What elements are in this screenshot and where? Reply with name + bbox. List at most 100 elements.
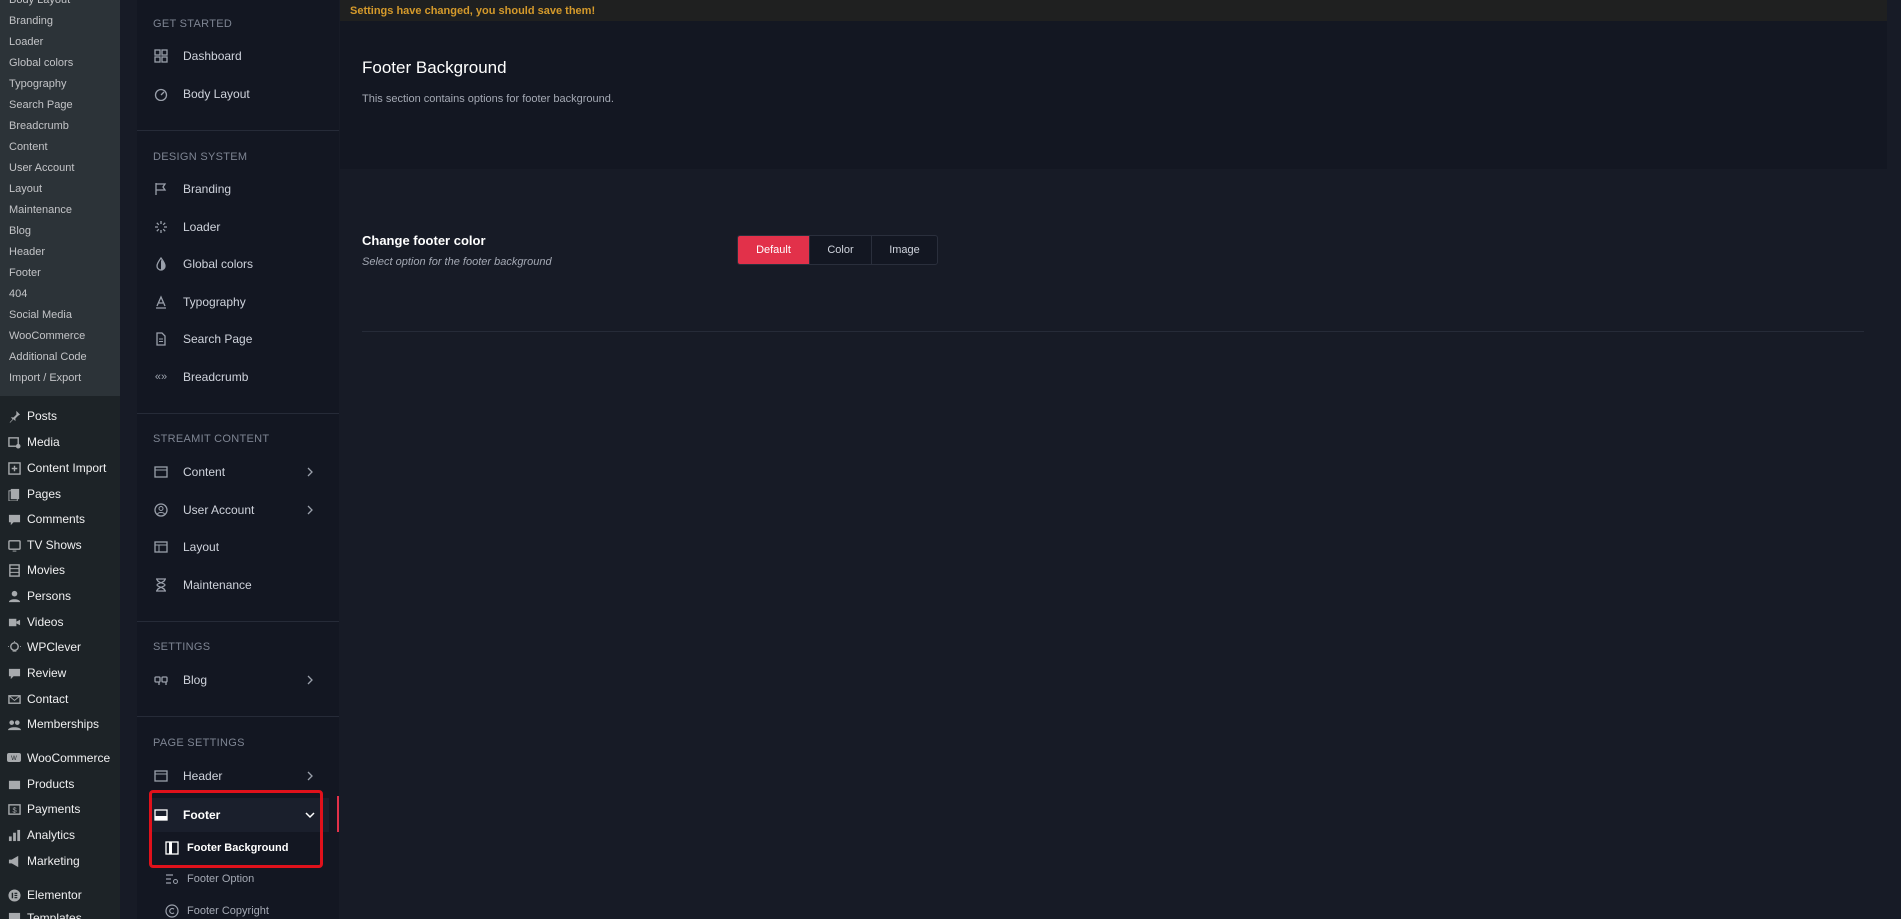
nav-item-content[interactable]: Content: [153, 457, 329, 487]
wp-menu-contact[interactable]: Contact: [0, 688, 120, 710]
chevron-right-icon: [307, 467, 313, 477]
wp-submenu-item-typography[interactable]: Typography: [9, 78, 66, 90]
nav-label: Search Page: [183, 332, 253, 346]
wp-submenu-item-woocommerce[interactable]: WooCommerce: [9, 330, 85, 342]
wp-submenu-item-blog[interactable]: Blog: [9, 225, 31, 237]
wp-menu-payments[interactable]: $ Payments: [0, 798, 120, 820]
nav-item-breadcrumb[interactable]: «» Breadcrumb: [153, 362, 329, 392]
nav-item-blog[interactable]: Blog: [153, 665, 329, 695]
wp-menu-wpclever[interactable]: WPClever: [0, 636, 120, 658]
nav-item-typography[interactable]: Typography: [153, 287, 329, 317]
wp-menu-label: Movies: [27, 563, 66, 577]
wp-menu-woocommerce[interactable]: W WooCommerce: [0, 747, 120, 769]
wp-menu-elementor[interactable]: Elementor: [0, 884, 120, 906]
film-icon: [7, 563, 21, 577]
option-description: Select option for the footer background: [362, 256, 552, 268]
wp-submenu-item-search-page[interactable]: Search Page: [9, 99, 73, 111]
highlight-annotation: [149, 790, 323, 868]
wp-submenu-item-maintenance[interactable]: Maintenance: [9, 204, 72, 216]
section-title-get-started: GET STARTED: [153, 18, 233, 30]
wp-menu-analytics[interactable]: Analytics: [0, 824, 120, 846]
section-title-streamit-content: STREAMIT CONTENT: [153, 433, 270, 445]
nav-item-branding[interactable]: Branding: [153, 174, 329, 204]
default-button[interactable]: Default: [738, 236, 809, 264]
wp-menu-label: Media: [27, 435, 60, 449]
wp-menu-products[interactable]: Products: [0, 773, 120, 795]
wp-menu-tv-shows[interactable]: TV Shows: [0, 534, 120, 556]
section-divider: [137, 621, 339, 622]
svg-text:$: $: [12, 805, 16, 814]
wp-menu-content-import[interactable]: Content Import: [0, 457, 120, 479]
wp-menu-media[interactable]: Media: [0, 431, 120, 453]
wp-submenu-item-footer[interactable]: Footer: [9, 267, 41, 279]
section-title-page-settings: PAGE SETTINGS: [153, 737, 245, 749]
wp-menu-comments[interactable]: Comments: [0, 508, 120, 530]
wp-admin-menu: Body Layout Branding Loader Global color…: [0, 0, 120, 919]
nav-item-body-layout[interactable]: Body Layout: [153, 79, 329, 109]
wp-submenu-item-loader[interactable]: Loader: [9, 36, 43, 48]
page-description: This section contains options for footer…: [362, 93, 614, 105]
wp-submenu-item-social-media[interactable]: Social Media: [9, 309, 72, 321]
video-icon: [7, 615, 21, 629]
wp-menu-review[interactable]: Review: [0, 662, 120, 684]
nav-item-dashboard[interactable]: Dashboard: [153, 41, 329, 71]
wp-menu-movies[interactable]: Movies: [0, 559, 120, 581]
nav-item-search-page[interactable]: Search Page: [153, 324, 329, 354]
products-icon: [7, 777, 21, 791]
dashboard-icon: [153, 48, 169, 64]
wp-menu-templates[interactable]: Templates: [0, 907, 120, 919]
chevron-right-icon: [307, 771, 313, 781]
wp-menu-memberships[interactable]: Memberships: [0, 713, 120, 735]
wp-submenu-item-user-account[interactable]: User Account: [9, 162, 74, 174]
wp-menu-label: Persons: [27, 589, 72, 603]
color-button[interactable]: Color: [809, 236, 871, 264]
nav-item-header[interactable]: Header: [153, 761, 329, 791]
wp-submenu-item-layout[interactable]: Layout: [9, 183, 42, 195]
wp-submenu-item-clipped[interactable]: Body Layout: [9, 0, 70, 6]
wp-submenu: Body Layout Branding Loader Global color…: [0, 0, 120, 396]
chevron-right-icon: [307, 675, 313, 685]
group-icon: [7, 717, 21, 731]
list-settings-icon: [165, 872, 179, 886]
nav-label: User Account: [183, 503, 255, 517]
sub-item-footer-option[interactable]: Footer Option: [165, 868, 254, 890]
option-title: Change footer color: [362, 233, 486, 248]
wp-submenu-item-breadcrumb[interactable]: Breadcrumb: [9, 120, 69, 132]
window-icon: [153, 768, 169, 784]
window-icon: [153, 464, 169, 480]
nav-item-user-account[interactable]: User Account: [153, 495, 329, 525]
image-button[interactable]: Image: [871, 236, 937, 264]
wp-submenu-item-import-export[interactable]: Import / Export: [9, 372, 81, 384]
wp-submenu-item-header[interactable]: Header: [9, 246, 45, 258]
wp-submenu-item-branding[interactable]: Branding: [9, 15, 53, 27]
wp-menu-label: Elementor: [27, 888, 82, 902]
unsaved-notice: Settings have changed, you should save t…: [340, 0, 1887, 21]
section-title-design-system: DESIGN SYSTEM: [153, 151, 248, 163]
nav-label: Branding: [183, 182, 232, 196]
nav-item-maintenance[interactable]: Maintenance: [153, 570, 329, 600]
pin-icon: [7, 409, 21, 423]
wp-submenu-item-404[interactable]: 404: [9, 288, 27, 300]
media-icon: [7, 435, 21, 449]
nav-item-global-colors[interactable]: Global colors: [153, 249, 329, 279]
wp-submenu-item-content[interactable]: Content: [9, 141, 48, 153]
wp-menu-label: Memberships: [27, 717, 100, 731]
wp-menu-label: WPClever: [27, 640, 82, 654]
wp-menu-persons[interactable]: Persons: [0, 585, 120, 607]
wp-submenu-item-additional-code[interactable]: Additional Code: [9, 351, 87, 363]
wp-menu-posts[interactable]: Posts: [0, 405, 120, 427]
wp-submenu-item-global-colors[interactable]: Global colors: [9, 57, 73, 69]
wp-menu-videos[interactable]: Videos: [0, 611, 120, 633]
nav-item-layout[interactable]: Layout: [153, 532, 329, 562]
nav-label: Blog: [183, 673, 208, 687]
footer-color-button-group: Default Color Image: [737, 235, 938, 265]
document-icon: [153, 331, 169, 347]
elementor-icon: [7, 888, 21, 902]
wp-menu-pages[interactable]: Pages: [0, 483, 120, 505]
nav-item-loader[interactable]: Loader: [153, 212, 329, 242]
lightbulb-icon: [7, 640, 21, 654]
import-icon: [7, 461, 21, 475]
sub-item-footer-copyright[interactable]: Footer Copyright: [165, 900, 269, 919]
wp-menu-marketing[interactable]: Marketing: [0, 850, 120, 872]
woo-icon: W: [7, 751, 21, 765]
